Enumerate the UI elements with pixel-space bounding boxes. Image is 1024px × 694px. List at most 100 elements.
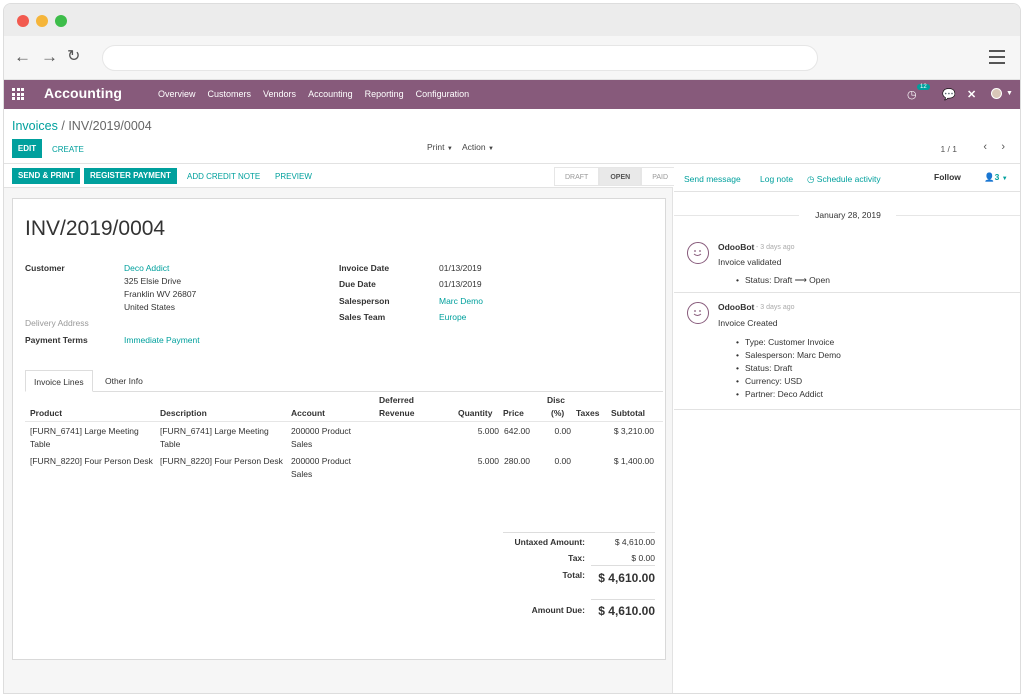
customer-link[interactable]: Deco Addict — [124, 263, 169, 273]
col-subtotal[interactable]: Subtotal — [611, 408, 645, 418]
preview-button[interactable]: PREVIEW — [275, 172, 312, 181]
message-author[interactable]: OdooBot — [718, 302, 754, 312]
edit-button[interactable]: EDIT — [12, 139, 42, 158]
status-stages: DRAFT OPEN PAID — [554, 167, 680, 186]
chat-bubbles-icon[interactable]: 💬 — [942, 88, 956, 101]
col-discount[interactable]: Disc — [547, 395, 565, 405]
salesperson-link[interactable]: Marc Demo — [439, 296, 483, 306]
col-description[interactable]: Description — [160, 408, 207, 418]
menu-vendors[interactable]: Vendors — [263, 89, 296, 99]
add-credit-note-button[interactable]: ADD CREDIT NOTE — [187, 172, 260, 181]
col-taxes[interactable]: Taxes — [576, 408, 599, 418]
tax-label: Tax: — [568, 553, 585, 563]
caret-down-icon: ▼ — [446, 146, 453, 152]
tracking-item: Currency: USD — [736, 376, 802, 386]
caret-down-icon: ▼ — [1001, 176, 1008, 182]
col-discount-2: (%) — [551, 408, 565, 418]
clock-icon: ◷ — [807, 174, 815, 184]
line-quantity: 5.000 — [477, 426, 499, 436]
menu-reporting[interactable]: Reporting — [365, 89, 404, 99]
invoice-number: INV/2019/0004 — [25, 217, 166, 240]
browser-menu-icon[interactable] — [989, 50, 1005, 64]
line-description: Table — [160, 439, 181, 449]
tracking-item: Type: Customer Invoice — [736, 337, 834, 347]
tracking-item: Salesperson: Marc Demo — [736, 350, 841, 360]
line-price: 280.00 — [504, 456, 530, 466]
action-label: Action — [462, 142, 486, 152]
stage-open[interactable]: OPEN — [599, 167, 642, 186]
create-button[interactable]: CREATE — [52, 145, 84, 154]
stage-draft[interactable]: DRAFT — [554, 167, 600, 186]
line-account: 200000 Product — [291, 456, 352, 466]
close-window-button[interactable] — [17, 15, 29, 27]
app-title[interactable]: Accounting — [44, 85, 122, 101]
line-price: 642.00 — [504, 426, 530, 436]
followers-button[interactable]: 👤3 ▼ — [984, 172, 1008, 183]
message-divider — [674, 409, 1020, 410]
browser-titlebar — [4, 4, 1020, 36]
form-view: SEND & PRINT REGISTER PAYMENT ADD CREDIT… — [4, 164, 680, 693]
log-note-button[interactable]: Log note — [760, 174, 793, 184]
col-deferred-revenue[interactable]: Deferred — [379, 395, 414, 405]
menu-accounting[interactable]: Accounting — [308, 89, 353, 99]
line-description: [FURN_6741] Large Meeting — [160, 426, 269, 436]
caret-down-icon: ▼ — [488, 146, 494, 152]
user-menu-caret-icon[interactable]: ▼ — [1006, 90, 1013, 97]
apps-grid-icon[interactable] — [12, 88, 24, 100]
activity-clock-icon[interactable]: ◷ 12 — [907, 84, 930, 101]
pager-previous-icon[interactable]: ‹ — [983, 141, 987, 153]
message-divider — [674, 292, 1020, 293]
back-arrow-icon[interactable]: ← — [14, 47, 31, 67]
send-message-button[interactable]: Send message — [684, 174, 741, 184]
totals-divider — [503, 532, 655, 533]
total-divider — [591, 565, 655, 566]
breadcrumb-invoices-link[interactable]: Invoices — [12, 119, 58, 133]
reload-icon[interactable]: ↻ — [67, 47, 80, 67]
line-discount: 0.00 — [554, 456, 571, 466]
address-bar[interactable] — [102, 45, 818, 71]
forward-arrow-icon[interactable]: → — [41, 47, 58, 67]
user-avatar[interactable] — [991, 88, 1002, 99]
print-label: Print — [427, 142, 445, 152]
tab-invoice-lines[interactable]: Invoice Lines — [25, 370, 93, 392]
menu-overview[interactable]: Overview — [158, 89, 196, 99]
debug-tools-icon[interactable]: ✕ — [967, 88, 976, 101]
activity-count-badge: 12 — [917, 84, 930, 90]
minimize-window-button[interactable] — [36, 15, 48, 27]
col-product[interactable]: Product — [30, 408, 62, 418]
table-header-divider — [25, 421, 663, 422]
col-quantity[interactable]: Quantity — [458, 408, 492, 418]
col-deferred-revenue-2: Revenue — [379, 408, 415, 418]
message-author[interactable]: OdooBot — [718, 242, 754, 252]
message-body: Invoice Created — [718, 318, 778, 328]
pager-value[interactable]: 1 / 1 — [940, 144, 957, 154]
tracking-item: Status: Draft — [736, 363, 792, 373]
line-account: Sales — [291, 439, 313, 449]
line-quantity: 5.000 — [477, 456, 499, 466]
invoice-date-label: Invoice Date — [339, 263, 390, 273]
form-statusbar: SEND & PRINT REGISTER PAYMENT ADD CREDIT… — [4, 164, 680, 188]
salesperson-label: Salesperson — [339, 296, 390, 306]
schedule-activity-button[interactable]: ◷ Schedule activity — [807, 174, 881, 185]
register-payment-button[interactable]: REGISTER PAYMENT — [84, 168, 177, 184]
pager-next-icon[interactable]: › — [1001, 141, 1005, 153]
payment-terms-label: Payment Terms — [25, 335, 88, 345]
sales-team-link[interactable]: Europe — [439, 312, 466, 322]
notebook-tabs: Invoice Lines Other Info — [25, 370, 663, 392]
col-account[interactable]: Account — [291, 408, 325, 418]
odoobot-avatar — [687, 242, 709, 264]
breadcrumb-current: INV/2019/0004 — [68, 119, 152, 133]
print-dropdown[interactable]: Print ▼ — [427, 142, 453, 152]
follow-button[interactable]: Follow — [934, 172, 961, 182]
col-price[interactable]: Price — [503, 408, 524, 418]
maximize-window-button[interactable] — [55, 15, 67, 27]
payment-terms-link[interactable]: Immediate Payment — [124, 335, 200, 345]
menu-customers[interactable]: Customers — [208, 89, 252, 99]
menu-configuration[interactable]: Configuration — [416, 89, 470, 99]
untaxed-amount-label: Untaxed Amount: — [514, 537, 585, 547]
tab-other-info[interactable]: Other Info — [97, 370, 151, 392]
send-print-button[interactable]: SEND & PRINT — [12, 168, 81, 184]
tax-value: $ 0.00 — [631, 553, 655, 563]
action-dropdown[interactable]: Action ▼ — [462, 142, 494, 152]
systray: ◷ 12 💬 ✕ ▼ — [890, 80, 1020, 109]
